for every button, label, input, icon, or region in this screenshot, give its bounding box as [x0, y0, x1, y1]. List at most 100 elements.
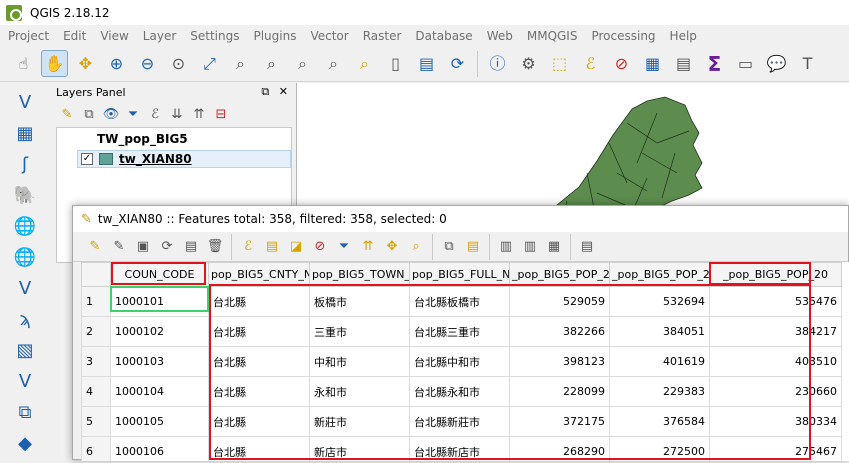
select-by-expression-icon[interactable]: ℰ [577, 50, 604, 77]
pan-map-icon[interactable]: ✋ [41, 50, 68, 77]
zoom-native-icon[interactable]: ⊙ [165, 50, 192, 77]
zoom-out-icon[interactable]: ⊖ [134, 50, 161, 77]
menu-plugins[interactable]: Plugins [245, 29, 302, 43]
zoom-full-icon[interactable]: ⤢ [196, 50, 223, 77]
row-number[interactable]: 5 [81, 406, 111, 437]
zoom-next-icon[interactable]: ⌕ [320, 50, 347, 77]
manage-visibility-icon[interactable]: 👁 [101, 104, 121, 124]
refresh-icon[interactable]: ⟳ [444, 50, 471, 77]
menu-layer[interactable]: Layer [135, 29, 182, 43]
row-number[interactable]: 3 [81, 346, 111, 377]
table-cell[interactable]: 1000104 [110, 376, 209, 407]
show-bookmarks-icon[interactable]: ▤ [413, 50, 440, 77]
new-temporary-layer-icon[interactable]: ⧉ [9, 400, 41, 427]
expand-all-icon[interactable]: ⇊ [167, 104, 187, 124]
zoom-to-layer-icon[interactable]: ⌕ [258, 50, 285, 77]
menu-view[interactable]: View [92, 29, 134, 43]
select-all-icon[interactable]: ▤ [261, 236, 283, 258]
add-delimited-text-layer-icon[interactable]: ʃ [9, 151, 41, 178]
add-vector-layer-icon[interactable]: Ⅴ [9, 89, 41, 116]
menu-help[interactable]: Help [662, 29, 703, 43]
new-shapefile-layer-icon[interactable]: Ⅴ [9, 369, 41, 396]
add-wcs-layer-icon[interactable]: 🌐 [9, 244, 41, 271]
pan-to-selection-icon[interactable]: ✥ [72, 50, 99, 77]
layer-name[interactable]: tw_XIAN80 [119, 152, 192, 166]
layer-row-selected[interactable]: ✓ tw_XIAN80 [77, 150, 291, 168]
copy-selected-rows-icon[interactable]: ⧉ [438, 236, 460, 258]
touch-zoom-icon[interactable]: ☝ [10, 50, 37, 77]
invert-selection-icon[interactable]: ◪ [285, 236, 307, 258]
field-calculator-icon[interactable]: ▦ [543, 236, 565, 258]
show-statistical-summary-icon[interactable]: Σ [701, 50, 728, 77]
add-raster-layer-icon[interactable]: ▦ [9, 120, 41, 147]
menu-project[interactable]: Project [0, 29, 55, 43]
collapse-all-icon[interactable]: ⇈ [189, 104, 209, 124]
column-header[interactable]: _pop_BIG5_POP_20 [509, 262, 610, 287]
close-panel-icon[interactable]: ✕ [279, 85, 288, 98]
spatial-bookmark-icon[interactable]: ▯ [382, 50, 409, 77]
measure-line-icon[interactable]: ▭ [732, 50, 759, 77]
menu-vector[interactable]: Vector [302, 29, 354, 43]
deselect-all-icon[interactable]: ⊘ [608, 50, 635, 77]
text-annotation-icon[interactable]: T [794, 50, 821, 77]
map-tips-icon[interactable]: 💬 [763, 50, 790, 77]
save-edits-icon[interactable]: ▣ [132, 236, 154, 258]
table-cell[interactable]: 1000106 [110, 436, 209, 461]
select-features-icon[interactable]: ⬚ [546, 50, 573, 77]
column-header[interactable]: pop_BIG5_FULL_N [409, 262, 510, 287]
table-cell[interactable]: 1000102 [110, 316, 209, 347]
table-cell[interactable]: 1000103 [110, 346, 209, 377]
deselect-all-icon[interactable]: ⊘ [309, 236, 331, 258]
zoom-to-selected-icon[interactable]: ⌕ [405, 236, 427, 258]
column-header[interactable]: pop_BIG5_TOWN_N [309, 262, 410, 287]
menu-settings[interactable]: Settings [182, 29, 245, 43]
toggle-multi-edit-icon[interactable]: ✎ [108, 236, 130, 258]
row-number[interactable]: 1 [81, 286, 111, 317]
add-postgis-layer-icon[interactable]: 🐘 [9, 182, 41, 209]
zoom-to-selection-icon[interactable]: ⌕ [227, 50, 254, 77]
filter-legend-icon[interactable]: ⏷ [123, 104, 143, 124]
add-spatialite-layer-icon[interactable]: ϡ [9, 307, 41, 334]
row-number[interactable]: 6 [81, 436, 111, 461]
row-number[interactable]: 4 [81, 376, 111, 407]
zoom-in-icon[interactable]: ⊕ [103, 50, 130, 77]
remove-layer-icon[interactable]: ⊟ [211, 104, 231, 124]
move-selection-to-top-icon[interactable]: ⇈ [357, 236, 379, 258]
add-oracle-layer-icon[interactable]: ◆ [9, 431, 41, 458]
run-feature-action-icon[interactable]: ⚙ [515, 50, 542, 77]
row-number[interactable]: 2 [81, 316, 111, 347]
menu-web[interactable]: Web [479, 29, 519, 43]
menu-mmqgis[interactable]: MMQGIS [519, 29, 584, 43]
menu-processing[interactable]: Processing [583, 29, 661, 43]
select-by-expression-icon[interactable]: ℰ [237, 236, 259, 258]
menu-database[interactable]: Database [407, 29, 478, 43]
delete-selected-features-icon[interactable]: 🗑 [204, 236, 226, 258]
float-panel-icon[interactable]: ⧉ [261, 85, 269, 98]
filter-by-expression-icon[interactable]: ℰ [145, 104, 165, 124]
identify-features-icon[interactable]: ⓘ [484, 50, 511, 77]
style-layer-icon[interactable]: ✎ [57, 104, 77, 124]
add-feature-icon[interactable]: ▤ [180, 236, 202, 258]
reload-table-icon[interactable]: ⟳ [156, 236, 178, 258]
add-group-icon[interactable]: ⧉ [79, 104, 99, 124]
delete-field-icon[interactable]: ▥ [519, 236, 541, 258]
menu-raster[interactable]: Raster [355, 29, 408, 43]
add-virtual-layer-icon[interactable]: ▧ [9, 338, 41, 365]
column-header[interactable]: _pop_BIG5_POP_20 [609, 262, 710, 287]
filter-select-features-icon[interactable]: ⏷ [333, 236, 355, 258]
new-map-view-icon[interactable]: ⌕ [351, 50, 378, 77]
open-attribute-table-icon[interactable]: ▦ [639, 50, 666, 77]
open-field-calculator-icon[interactable]: ▤ [670, 50, 697, 77]
add-wms-layer-icon[interactable]: 🌐 [9, 213, 41, 240]
layer-visibility-checkbox[interactable]: ✓ [81, 153, 93, 165]
paste-features-icon[interactable]: ▤ [462, 236, 484, 258]
add-wfs-layer-icon[interactable]: Ⅴ [9, 275, 41, 302]
toggle-editing-icon[interactable]: ✎ [84, 236, 106, 258]
column-header[interactable]: pop_BIG5_CNTY_N [208, 262, 310, 287]
pan-to-selected-icon[interactable]: ✥ [381, 236, 403, 258]
new-field-icon[interactable]: ▥ [495, 236, 517, 258]
conditional-formatting-icon[interactable]: ▤ [576, 236, 598, 258]
zoom-last-icon[interactable]: ⌕ [289, 50, 316, 77]
corner-header[interactable] [81, 262, 111, 287]
table-cell[interactable]: 1000105 [110, 406, 209, 437]
